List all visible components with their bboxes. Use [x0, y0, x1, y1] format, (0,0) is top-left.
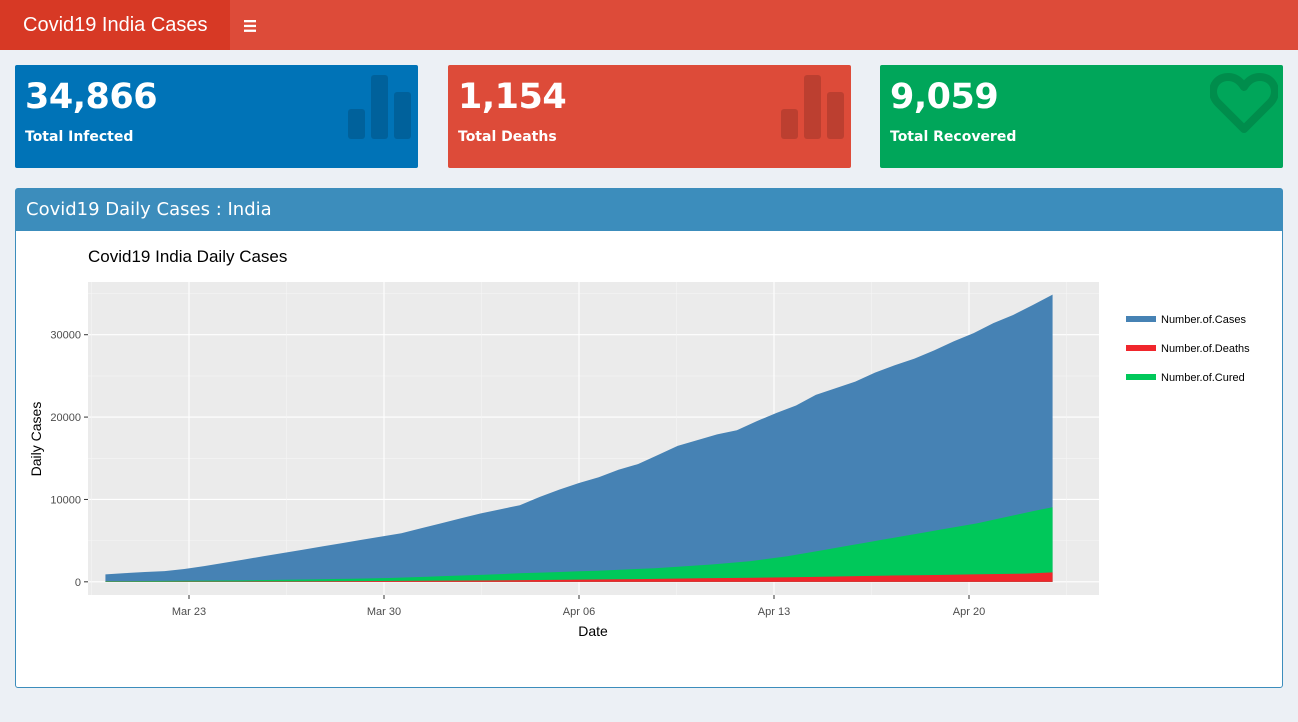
bar-chart-icon	[343, 73, 413, 146]
legend-swatch	[1126, 374, 1156, 380]
legend-swatch	[1126, 345, 1156, 351]
y-axis: 0 10000 20000 30000	[50, 330, 88, 589]
x-tick-label: Mar 30	[367, 606, 401, 618]
sidebar-toggle-button[interactable]	[230, 0, 272, 50]
recovered-count: 9,059	[890, 77, 999, 117]
x-tick-label: Apr 13	[758, 606, 790, 618]
deaths-count: 1,154	[458, 77, 567, 117]
hamburger-icon	[244, 15, 258, 35]
bar-chart-icon	[776, 73, 846, 146]
value-box-infected: 34,866 Total Infected	[15, 65, 418, 168]
y-tick-label: 0	[75, 577, 81, 589]
deaths-label: Total Deaths	[458, 129, 557, 145]
y-tick-label: 20000	[50, 412, 81, 424]
y-tick-label: 10000	[50, 494, 81, 506]
value-box-recovered: 9,059 Total Recovered	[880, 65, 1283, 168]
value-box-deaths: 1,154 Total Deaths	[448, 65, 851, 168]
legend-label: Number.of.Cases	[1161, 314, 1246, 326]
legend-label: Number.of.Cured	[1161, 372, 1245, 384]
top-header: Covid19 India Cases	[0, 0, 1298, 50]
legend-swatch	[1126, 316, 1156, 322]
daily-cases-chart: Covid19 India Daily Cases 0 10000 20000 300…	[28, 247, 1250, 639]
chart-title: Covid19 India Daily Cases	[88, 247, 287, 266]
infected-label: Total Infected	[25, 129, 134, 145]
panel-title: Covid19 Daily Cases : India	[16, 189, 1282, 231]
app-title[interactable]: Covid19 India Cases	[0, 0, 230, 50]
x-tick-label: Apr 06	[563, 606, 595, 618]
x-tick-label: Apr 20	[953, 606, 985, 618]
y-tick-label: 30000	[50, 330, 81, 342]
legend: Number.of.Cases Number.of.Deaths Number.of…	[1126, 314, 1250, 384]
x-axis-label: Date	[578, 623, 608, 639]
x-tick-label: Mar 23	[172, 606, 206, 618]
y-axis-label: Daily Cases	[28, 402, 44, 477]
daily-cases-panel: Covid19 Daily Cases : India Covid19 Indi…	[15, 188, 1283, 688]
infected-count: 34,866	[25, 77, 158, 117]
legend-label: Number.of.Deaths	[1161, 343, 1250, 355]
x-axis: Mar 23 Mar 30 Apr 06 Apr 13 Apr 20	[172, 595, 985, 618]
heart-icon	[1209, 73, 1279, 140]
recovered-label: Total Recovered	[890, 129, 1017, 145]
